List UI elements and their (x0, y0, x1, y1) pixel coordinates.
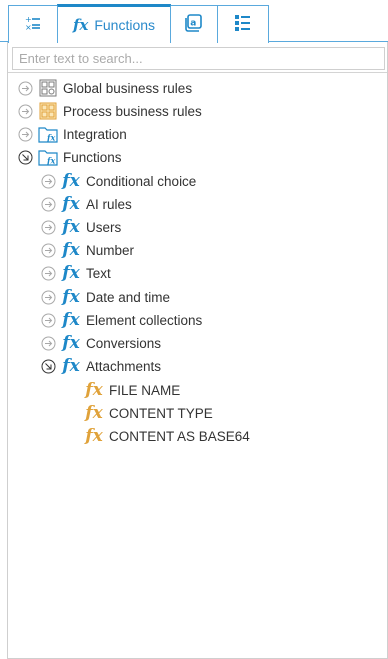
tree-item-label: CONTENT TYPE (109, 405, 213, 421)
variables-icon: + × (24, 14, 42, 35)
functions-panel: Global business rules Process business r… (7, 42, 388, 659)
chevron-right-circle-icon[interactable] (18, 81, 33, 96)
tree-item-label: FILE NAME (109, 382, 181, 398)
function-fx-icon: fx (62, 217, 80, 237)
tab-list[interactable] (217, 5, 269, 43)
svg-text:fx: fx (46, 133, 55, 143)
function-fx-icon: fx (85, 380, 103, 400)
tree-item-global-business-rules[interactable]: Global business rules (18, 77, 192, 99)
tree-item-date-and-time[interactable]: fx Date and time (41, 286, 170, 308)
chevron-right-circle-icon[interactable] (41, 266, 56, 281)
chevron-down-circle-icon[interactable] (18, 150, 33, 165)
svg-text:a: a (190, 18, 196, 28)
process-rules-icon (38, 101, 58, 121)
function-fx-icon: fx (85, 403, 103, 423)
chevron-right-circle-icon[interactable] (18, 127, 33, 142)
tree-item-process-business-rules[interactable]: Process business rules (18, 100, 202, 122)
tree-item-label: Users (86, 219, 122, 235)
tree-item-label: Element collections (86, 312, 203, 328)
chevron-right-circle-icon[interactable] (41, 243, 56, 258)
at-box-icon: a (184, 13, 204, 36)
tree-item-content-type[interactable]: fx CONTENT TYPE (84, 402, 213, 424)
tree-item-integration[interactable]: fx Integration (18, 123, 127, 145)
function-fx-icon: fx (62, 240, 80, 260)
tree-item-label: Integration (63, 126, 127, 142)
tree-item-label: Conversions (86, 335, 162, 351)
chevron-right-circle-icon[interactable] (41, 174, 56, 189)
search-input[interactable] (12, 47, 385, 70)
tree-item-label: Attachments (86, 358, 162, 374)
function-fx-icon: fx (62, 356, 80, 376)
tree-item-label: Global business rules (63, 80, 193, 96)
tree-item-ai-rules[interactable]: fx AI rules (41, 193, 132, 215)
chevron-down-circle-icon[interactable] (41, 359, 56, 374)
tab-functions-label: Functions (94, 17, 156, 33)
tab-at[interactable]: a (170, 5, 218, 43)
chevron-right-circle-icon[interactable] (41, 290, 56, 305)
tree-item-functions[interactable]: fx Functions (18, 146, 122, 168)
global-rules-icon (38, 78, 58, 98)
svg-text:×: × (25, 23, 32, 32)
tree-item-label: Conditional choice (86, 173, 197, 189)
tab-strip: + × fx Functions a (0, 0, 388, 43)
chevron-right-circle-icon[interactable] (41, 197, 56, 212)
tree-item-text[interactable]: fx Text (41, 262, 111, 284)
function-folder-icon: fx (38, 147, 58, 167)
tree-item-conversions[interactable]: fx Conversions (41, 332, 161, 354)
function-fx-icon: fx (62, 171, 80, 191)
tree-item-label: Text (86, 265, 111, 281)
function-fx-icon: fx (62, 194, 80, 214)
tree-item-file-name[interactable]: fx FILE NAME (84, 379, 180, 401)
chevron-right-circle-icon[interactable] (41, 220, 56, 235)
list-icon (234, 14, 252, 35)
function-fx-icon: fx (62, 263, 80, 283)
chevron-right-circle-icon[interactable] (18, 104, 33, 119)
tree-item-content-as-base64[interactable]: fx CONTENT AS BASE64 (84, 425, 250, 447)
tree-item-attachments[interactable]: fx Attachments (41, 355, 161, 377)
tree-item-label: AI rules (86, 196, 132, 212)
tree-item-conditional-choice[interactable]: fx Conditional choice (41, 170, 196, 192)
tree-item-element-collections[interactable]: fx Element collections (41, 309, 202, 331)
function-fx-icon: fx (72, 16, 89, 34)
function-fx-icon: fx (62, 287, 80, 307)
function-fx-icon: fx (62, 333, 80, 353)
tree-item-label: CONTENT AS BASE64 (109, 428, 250, 444)
svg-text:fx: fx (46, 156, 55, 166)
chevron-right-circle-icon[interactable] (41, 336, 56, 351)
function-fx-icon: fx (85, 426, 103, 446)
chevron-right-circle-icon[interactable] (41, 313, 56, 328)
function-fx-icon: fx (62, 310, 80, 330)
divider (8, 72, 387, 73)
tree-item-users[interactable]: fx Users (41, 216, 121, 238)
tree-item-label: Functions (63, 149, 122, 165)
function-folder-icon: fx (38, 124, 58, 144)
tree-item-label: Process business rules (63, 103, 202, 119)
tree-item-number[interactable]: fx Number (41, 239, 134, 261)
tab-variables[interactable]: + × (8, 5, 58, 43)
tree-item-label: Number (86, 242, 135, 258)
tree-item-label: Date and time (86, 289, 171, 305)
tab-functions[interactable]: fx Functions (57, 4, 171, 43)
